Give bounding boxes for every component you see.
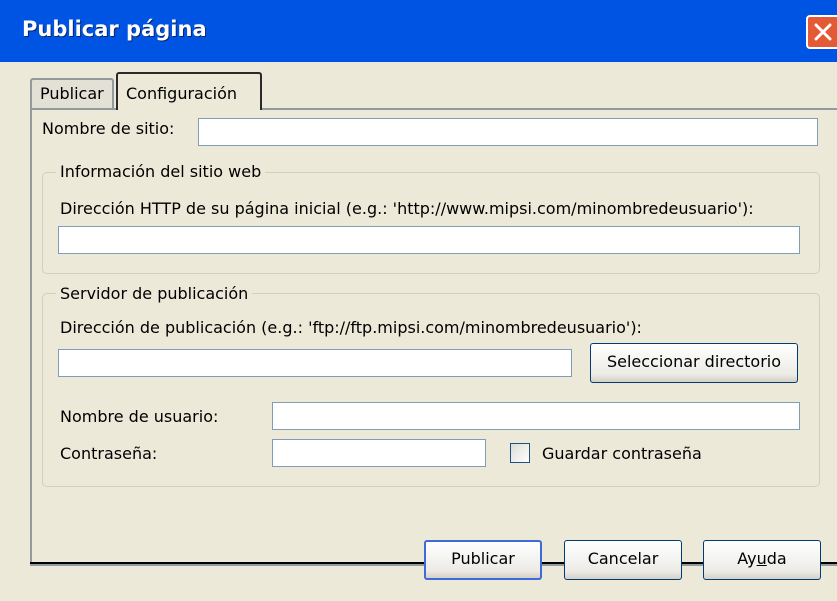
- publish-address-input[interactable]: [58, 349, 572, 377]
- help-label-suffix: da: [766, 549, 787, 568]
- tab-configuracion-label: Configuración: [126, 84, 238, 103]
- password-label: Contraseña:: [60, 444, 158, 463]
- web-info-group: [42, 172, 820, 274]
- save-password-label[interactable]: Guardar contraseña: [542, 444, 702, 463]
- username-input[interactable]: [272, 402, 800, 430]
- close-button[interactable]: [806, 15, 837, 49]
- publish-button[interactable]: Publicar: [424, 540, 542, 580]
- help-button[interactable]: Ayuda: [703, 540, 821, 580]
- dialog-client: Publicar Configuración Nombre de sitio: …: [0, 62, 837, 601]
- http-address-label: Dirección HTTP de su página inicial (e.g…: [60, 199, 754, 218]
- password-input[interactable]: [272, 439, 486, 467]
- tab-publicar[interactable]: Publicar: [30, 78, 114, 108]
- tab-configuracion[interactable]: Configuración: [116, 72, 262, 110]
- server-legend: Servidor de publicación: [56, 284, 253, 303]
- title-bar[interactable]: Publicar página: [0, 0, 837, 62]
- help-label-prefix: Ay: [737, 549, 757, 568]
- select-directory-button[interactable]: Seleccionar directorio: [590, 343, 798, 383]
- username-label: Nombre de usuario:: [60, 407, 219, 426]
- save-password-checkbox[interactable]: [510, 443, 530, 463]
- close-icon: [814, 23, 832, 41]
- publish-address-label: Dirección de publicación (e.g.: 'ftp://f…: [60, 318, 642, 337]
- site-name-label: Nombre de sitio:: [42, 119, 175, 138]
- help-accelerator: u: [756, 549, 767, 568]
- site-name-input[interactable]: [198, 118, 818, 146]
- web-info-legend: Información del sitio web: [56, 162, 266, 181]
- cancel-button[interactable]: Cancelar: [564, 540, 682, 580]
- window-title: Publicar página: [22, 17, 207, 41]
- tab-publicar-label: Publicar: [40, 84, 104, 103]
- http-address-input[interactable]: [58, 226, 800, 254]
